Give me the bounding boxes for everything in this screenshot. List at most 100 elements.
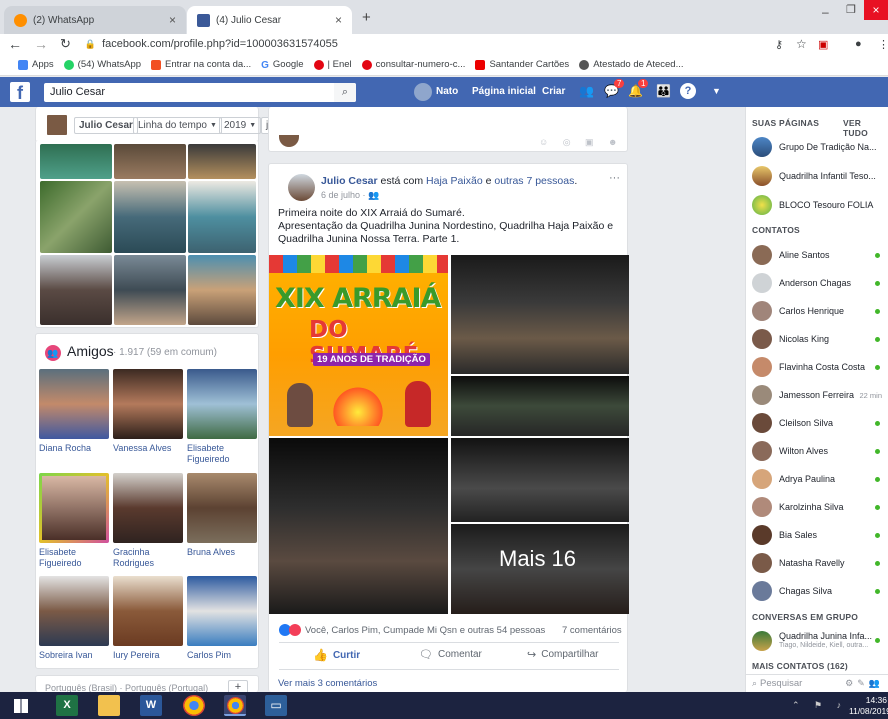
star-icon[interactable]: ☆ bbox=[796, 37, 807, 51]
friend-photo[interactable] bbox=[187, 576, 257, 646]
friend-requests-icon[interactable]: 👥 bbox=[579, 84, 594, 98]
friend-name[interactable]: Sobreira Ivan bbox=[39, 650, 93, 661]
minimize-button[interactable]: – bbox=[822, 5, 829, 19]
avatar[interactable] bbox=[414, 83, 432, 101]
page-item[interactable]: Grupo De Tradição Na... bbox=[752, 136, 886, 158]
comment-button[interactable]: 🗨 Comentar bbox=[419, 648, 482, 661]
friend-name[interactable]: Carlos Pim bbox=[187, 650, 231, 661]
excel-icon[interactable]: X bbox=[56, 695, 78, 716]
group-conversation-item[interactable]: Quadrilha Junina Infa... Tiago, Nildeide… bbox=[752, 628, 886, 656]
photo-thumbnail[interactable] bbox=[114, 181, 186, 253]
contact-item[interactable]: Aline Santos bbox=[752, 244, 886, 266]
screen-capture-icon[interactable]: ▭ bbox=[265, 695, 287, 716]
friend-photo[interactable] bbox=[113, 473, 183, 543]
post-date-link[interactable]: 6 de julho bbox=[321, 190, 360, 200]
clock[interactable]: 14:36 11/08/2019 bbox=[849, 695, 888, 717]
photo-thumbnail[interactable] bbox=[188, 255, 256, 325]
reactions-summary[interactable]: Você, Carlos Pim, Cumpade Mi Qsn e outra… bbox=[279, 624, 545, 636]
restore-button[interactable]: ❐ bbox=[846, 3, 856, 16]
bookmark-conta[interactable]: Entrar na conta da... bbox=[151, 59, 251, 70]
friend-name[interactable]: Bruna Alves bbox=[187, 547, 235, 558]
post-author-link[interactable]: Julio Cesar bbox=[321, 175, 378, 187]
nav-home-link[interactable]: Página inicial bbox=[472, 86, 536, 97]
chevron-down-icon[interactable]: ▼ bbox=[712, 86, 721, 96]
key-icon[interactable]: ⚷ bbox=[775, 38, 783, 51]
friend-photo[interactable] bbox=[113, 576, 183, 646]
bookmark-enel[interactable]: | Enel bbox=[313, 59, 352, 70]
file-explorer-icon[interactable] bbox=[98, 695, 120, 716]
more-contacts-title[interactable]: MAIS CONTATOS (162) bbox=[752, 661, 848, 671]
chrome-active-icon[interactable] bbox=[224, 695, 246, 716]
url-field[interactable]: facebook.com/profile.php?id=100003631574… bbox=[102, 38, 338, 50]
facebook-search-input[interactable]: Julio Cesar bbox=[44, 83, 356, 102]
contact-item[interactable]: Bia Sales bbox=[752, 524, 886, 546]
friend-name[interactable]: Vanessa Alves bbox=[113, 443, 171, 454]
timeline-dropdown[interactable]: Linha do tempo ▼ bbox=[133, 117, 222, 134]
friends-audience-icon[interactable]: 👥 bbox=[368, 190, 379, 200]
page-item[interactable]: BLOCO Tesouro FOLIA bbox=[752, 194, 886, 216]
photo-thumbnail[interactable] bbox=[188, 181, 256, 253]
contact-item[interactable]: Nicolas King bbox=[752, 328, 886, 350]
word-icon[interactable]: W bbox=[140, 695, 162, 716]
forward-icon[interactable]: → bbox=[34, 36, 48, 52]
friend-name[interactable]: Elisabete Figueiredo bbox=[39, 547, 99, 569]
bookmark-whatsapp[interactable]: (54) WhatsApp bbox=[63, 59, 141, 70]
more-photos-tile[interactable]: Mais 16 bbox=[451, 524, 629, 614]
post-photo[interactable] bbox=[451, 438, 629, 522]
nav-profile-link[interactable]: Nato bbox=[436, 86, 458, 97]
close-window-button[interactable]: × bbox=[864, 0, 888, 20]
tab-facebook[interactable]: (4) Julio Cesar × bbox=[187, 6, 352, 34]
tab-whatsapp[interactable]: (2) WhatsApp × bbox=[4, 6, 186, 34]
windows-start-icon[interactable] bbox=[14, 699, 28, 713]
contact-item[interactable]: Jamesson Ferreira 22 min bbox=[752, 384, 886, 406]
like-button[interactable]: 👍 Curtir bbox=[313, 648, 360, 662]
contact-item[interactable]: Flavinha Costa Costa bbox=[752, 356, 886, 378]
post-options-icon[interactable]: ··· bbox=[609, 172, 620, 184]
chat-search-input[interactable]: Pesquisar bbox=[760, 678, 802, 689]
reload-icon[interactable]: ↻ bbox=[60, 36, 71, 52]
back-icon[interactable]: ← bbox=[8, 36, 22, 52]
contact-item[interactable]: Carlos Henrique bbox=[752, 300, 886, 322]
bookmark-consultar[interactable]: consultar-numero-c... bbox=[361, 59, 465, 70]
tagged-link[interactable]: Haja Paixão bbox=[426, 175, 483, 187]
photo-thumbnail[interactable] bbox=[40, 144, 112, 179]
post-photo[interactable] bbox=[451, 376, 629, 436]
bookmark-google[interactable]: G Google bbox=[261, 59, 303, 71]
bookmark-apps[interactable]: Apps bbox=[18, 59, 54, 70]
friend-name[interactable]: Elisabete Figueiredo bbox=[187, 443, 247, 465]
friend-name[interactable]: Iury Pereira bbox=[113, 650, 160, 661]
bookmark-atestado[interactable]: Atestado de Ateced... bbox=[579, 59, 684, 70]
nav-create-link[interactable]: Criar bbox=[542, 86, 565, 97]
page-item[interactable]: Quadrilha Infantil Teso... bbox=[752, 165, 886, 187]
photo-thumbnail[interactable] bbox=[188, 144, 256, 179]
share-button[interactable]: ↪ Compartilhar bbox=[527, 648, 598, 661]
friend-photo[interactable] bbox=[113, 369, 183, 439]
facebook-logo-icon[interactable]: f bbox=[10, 82, 30, 103]
friend-photo[interactable] bbox=[39, 369, 109, 439]
system-tray-icons[interactable]: ⌃ ⚑ ♪ bbox=[792, 700, 847, 711]
profile-icon[interactable]: ● bbox=[855, 38, 862, 50]
comments-count-link[interactable]: 7 comentários bbox=[562, 625, 622, 636]
contact-item[interactable]: Natasha Ravelly bbox=[752, 552, 886, 574]
contact-item[interactable]: Chagas Silva bbox=[752, 580, 886, 602]
contact-item[interactable]: Anderson Chagas bbox=[752, 272, 886, 294]
friend-photo[interactable] bbox=[187, 473, 257, 543]
groups-icon[interactable]: 👪 bbox=[656, 84, 671, 98]
friend-photo[interactable] bbox=[39, 576, 109, 646]
friends-title[interactable]: Amigos bbox=[67, 343, 114, 359]
post-photo[interactable] bbox=[451, 255, 629, 374]
photo-thumbnail[interactable] bbox=[114, 144, 186, 179]
profile-name-button[interactable]: Julio Cesar bbox=[74, 117, 138, 134]
bookmark-santander[interactable]: Santander Cartões bbox=[475, 59, 569, 70]
contact-item[interactable]: Wilton Alves bbox=[752, 440, 886, 462]
tagged-others-link[interactable]: outras 7 pessoas bbox=[494, 175, 574, 187]
photo-thumbnail[interactable] bbox=[40, 255, 112, 325]
extension-icon[interactable]: ▣ bbox=[818, 38, 828, 51]
avatar[interactable] bbox=[288, 174, 315, 201]
contact-item[interactable]: Cleilson Silva bbox=[752, 412, 886, 434]
new-tab-button[interactable]: + bbox=[362, 9, 371, 26]
menu-icon[interactable]: ⋮ bbox=[878, 38, 888, 51]
view-more-comments-link[interactable]: Ver mais 3 comentários bbox=[278, 678, 377, 689]
photo-thumbnail[interactable] bbox=[40, 181, 112, 253]
avatar[interactable] bbox=[47, 115, 67, 135]
